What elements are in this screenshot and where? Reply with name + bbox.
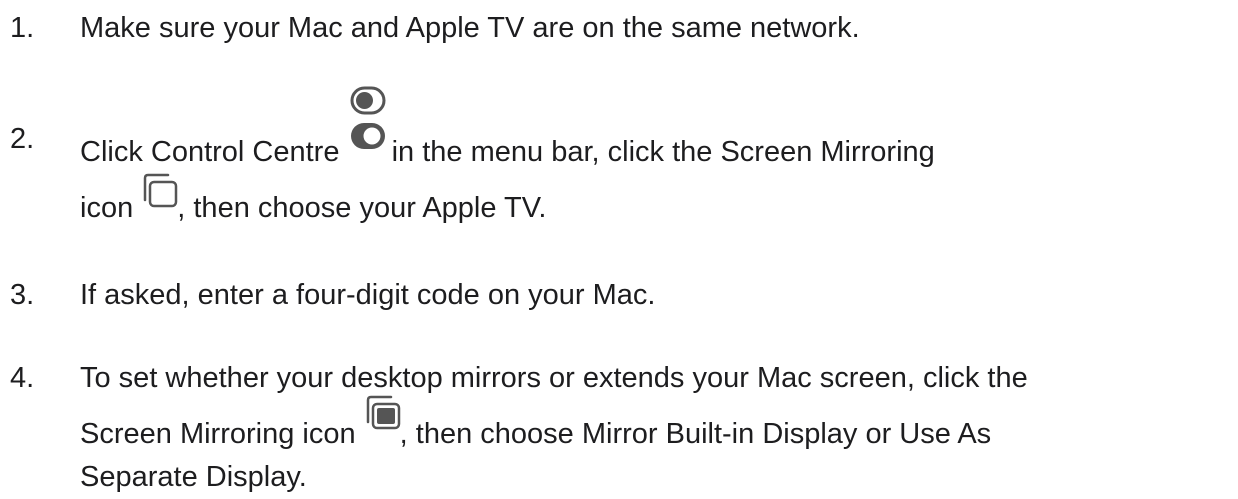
step-text: To set whether your desktop mirrors or e… — [80, 357, 1230, 499]
step-2-text-d: , then choose your Apple TV. — [177, 192, 547, 224]
step-number: 3. — [10, 279, 35, 311]
step-text: If asked, enter a four-digit code on you… — [80, 274, 1230, 317]
screen-mirroring-outline-icon — [141, 173, 178, 217]
step-1-text: Make sure your Mac and Apple TV are on t… — [80, 12, 860, 44]
step-3-text: If asked, enter a four-digit code on you… — [80, 279, 656, 311]
step-number: 1. — [10, 12, 35, 44]
step-4-text-d: Separate Display. — [80, 461, 307, 493]
step-2-text-c: icon — [80, 192, 134, 224]
step-text: Click Control Centre in the menu bar, cl… — [80, 86, 1230, 230]
control-centre-toggles-icon — [348, 86, 386, 161]
screen-mirroring-filled-icon — [364, 395, 400, 443]
step-number: 4. — [10, 362, 35, 394]
step-number: 2. — [10, 123, 35, 155]
step-4-text-a: To set whether your desktop mirrors or e… — [80, 362, 1028, 394]
step-4-text-b: Screen Mirroring icon — [80, 418, 356, 450]
step-text: Make sure your Mac and Apple TV are on t… — [80, 7, 1230, 50]
step-4-text-c: , then choose Mirror Built-in Display or… — [399, 418, 992, 450]
step-2-text-a: Click Control Centre — [80, 136, 340, 168]
step-2-text-b: in the menu bar, click the Screen Mirror… — [391, 136, 935, 168]
